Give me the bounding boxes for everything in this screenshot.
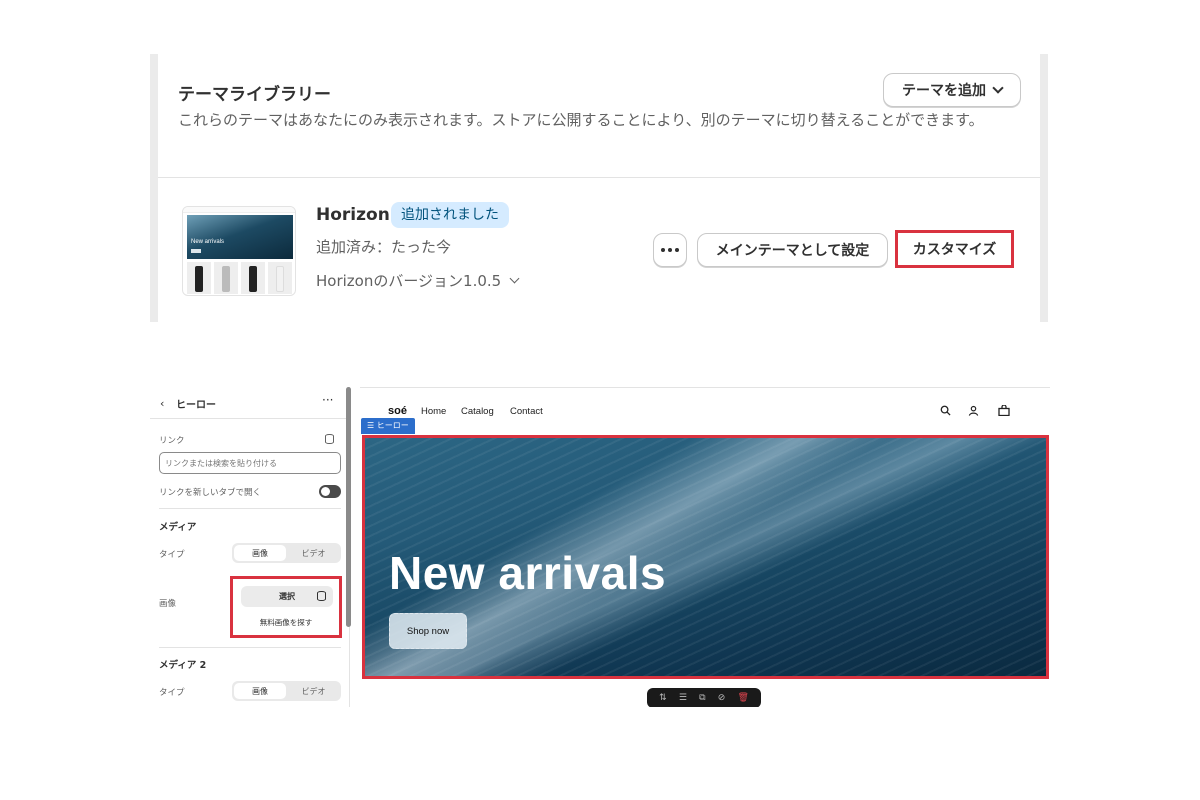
settings-sidebar: ‹ ヒーロー ··· リンク リンクを新しいタブで開く メディア タイプ 画像 … (150, 387, 350, 707)
set-main-theme-button[interactable]: メインテーマとして設定 (697, 233, 888, 267)
nav-catalog[interactable]: Catalog (461, 406, 494, 417)
thumbnail-topbar (183, 207, 295, 213)
theme-library-frame: テーマライブラリー これらのテーマはあなたにのみ表示されます。ストアに公開するこ… (150, 54, 1048, 322)
type2-label: タイプ (159, 688, 185, 698)
search-icon[interactable] (940, 405, 951, 419)
link-label: リンク (159, 436, 185, 446)
duplicate-icon[interactable]: ⧉ (699, 693, 705, 703)
thumbnail-product (214, 262, 238, 294)
page-title: テーマライブラリー (178, 85, 331, 105)
added-timestamp: 追加済み：たった今 (316, 238, 452, 256)
customize-button[interactable]: カスタマイズ (895, 230, 1014, 268)
type-image-option[interactable]: 画像 (234, 545, 286, 561)
add-theme-label: テーマを追加 (902, 83, 986, 99)
divider (159, 647, 341, 648)
add-theme-button[interactable]: テーマを追加 (883, 73, 1021, 107)
nav-home[interactable]: Home (421, 406, 446, 417)
theme-name: Horizon (316, 205, 390, 225)
new-tab-label: リンクを新しいタブで開く (159, 488, 262, 498)
image-picker: 選択 無料画像を探す (230, 576, 342, 638)
media2-heading: メディア 2 (159, 660, 207, 671)
thumbnail-product (187, 262, 211, 294)
hero-section[interactable]: New arrivals Shop now (362, 435, 1049, 679)
theme-editor: ‹ ヒーロー ··· リンク リンクを新しいタブで開く メディア タイプ 画像 … (150, 387, 1050, 707)
move-icon[interactable]: ⇅ (659, 693, 667, 703)
explore-free-images-link[interactable]: 無料画像を探す (233, 617, 339, 628)
back-icon[interactable]: ‹ (160, 397, 164, 410)
thumbnail-product (268, 262, 292, 294)
thumbnail-hero-text: New arrivals (191, 239, 225, 245)
theme-library-card: テーマライブラリー これらのテーマはあなたにのみ表示されます。ストアに公開するこ… (158, 54, 1040, 322)
media2-type-segmented: 画像 ビデオ (232, 681, 341, 701)
divider (159, 508, 341, 509)
nav-contact[interactable]: Contact (510, 406, 543, 417)
thumbnail-hero: New arrivals (187, 215, 293, 259)
sidebar-scrollbar[interactable] (346, 387, 351, 627)
new-tab-toggle[interactable] (319, 485, 341, 498)
store-logo[interactable]: soé (388, 405, 407, 417)
settings-icon[interactable]: ☰ (679, 693, 687, 703)
image-label: 画像 (159, 599, 177, 609)
dynamic-source-icon[interactable] (317, 591, 326, 601)
select-label: 選択 (279, 592, 295, 601)
account-icon[interactable] (968, 405, 979, 419)
store-preview: soé Home Catalog Contact ☰ ヒーロー New arri… (360, 387, 1050, 707)
divider (158, 177, 1040, 178)
dot (675, 248, 679, 252)
block-toolbar: ⇅ ☰ ⧉ ⊘ 🗑 (647, 688, 761, 707)
dot (661, 248, 665, 252)
cart-icon[interactable] (998, 404, 1010, 419)
type2-image-option[interactable]: 画像 (234, 683, 286, 699)
dynamic-source-icon[interactable] (325, 434, 334, 444)
hero-title: New arrivals (389, 547, 667, 599)
version-selector[interactable]: Horizonのバージョン1.0.5 (316, 270, 520, 291)
more-actions-button[interactable] (653, 233, 687, 267)
more-menu-icon[interactable]: ··· (322, 393, 333, 407)
thumbnail-product (241, 262, 265, 294)
sidebar-title: ヒーロー (176, 400, 216, 411)
type-label: タイプ (159, 550, 185, 560)
theme-thumbnail[interactable]: New arrivals (182, 206, 296, 296)
media-heading: メディア (159, 522, 197, 533)
sidebar-header: ‹ ヒーロー ··· (150, 387, 346, 419)
version-label: Horizonのバージョン1.0.5 (316, 272, 502, 290)
type-video-option[interactable]: ビデオ (288, 545, 339, 561)
chevron-down-icon (992, 82, 1004, 94)
shop-now-button[interactable]: Shop now (389, 613, 467, 649)
library-description: これらのテーマはあなたにのみ表示されます。ストアに公開することにより、別のテーマ… (178, 111, 984, 129)
section-tag[interactable]: ☰ ヒーロー (361, 418, 415, 434)
media-type-segmented: 画像 ビデオ (232, 543, 341, 563)
delete-icon[interactable]: 🗑 (737, 693, 748, 703)
status-badge: 追加されました (391, 202, 509, 228)
thumbnail-hero-button (191, 249, 201, 253)
dot (668, 248, 672, 252)
hide-icon[interactable]: ⊘ (718, 693, 726, 703)
chevron-down-icon (509, 273, 520, 284)
type2-video-option[interactable]: ビデオ (288, 683, 339, 699)
link-input[interactable] (159, 452, 341, 474)
